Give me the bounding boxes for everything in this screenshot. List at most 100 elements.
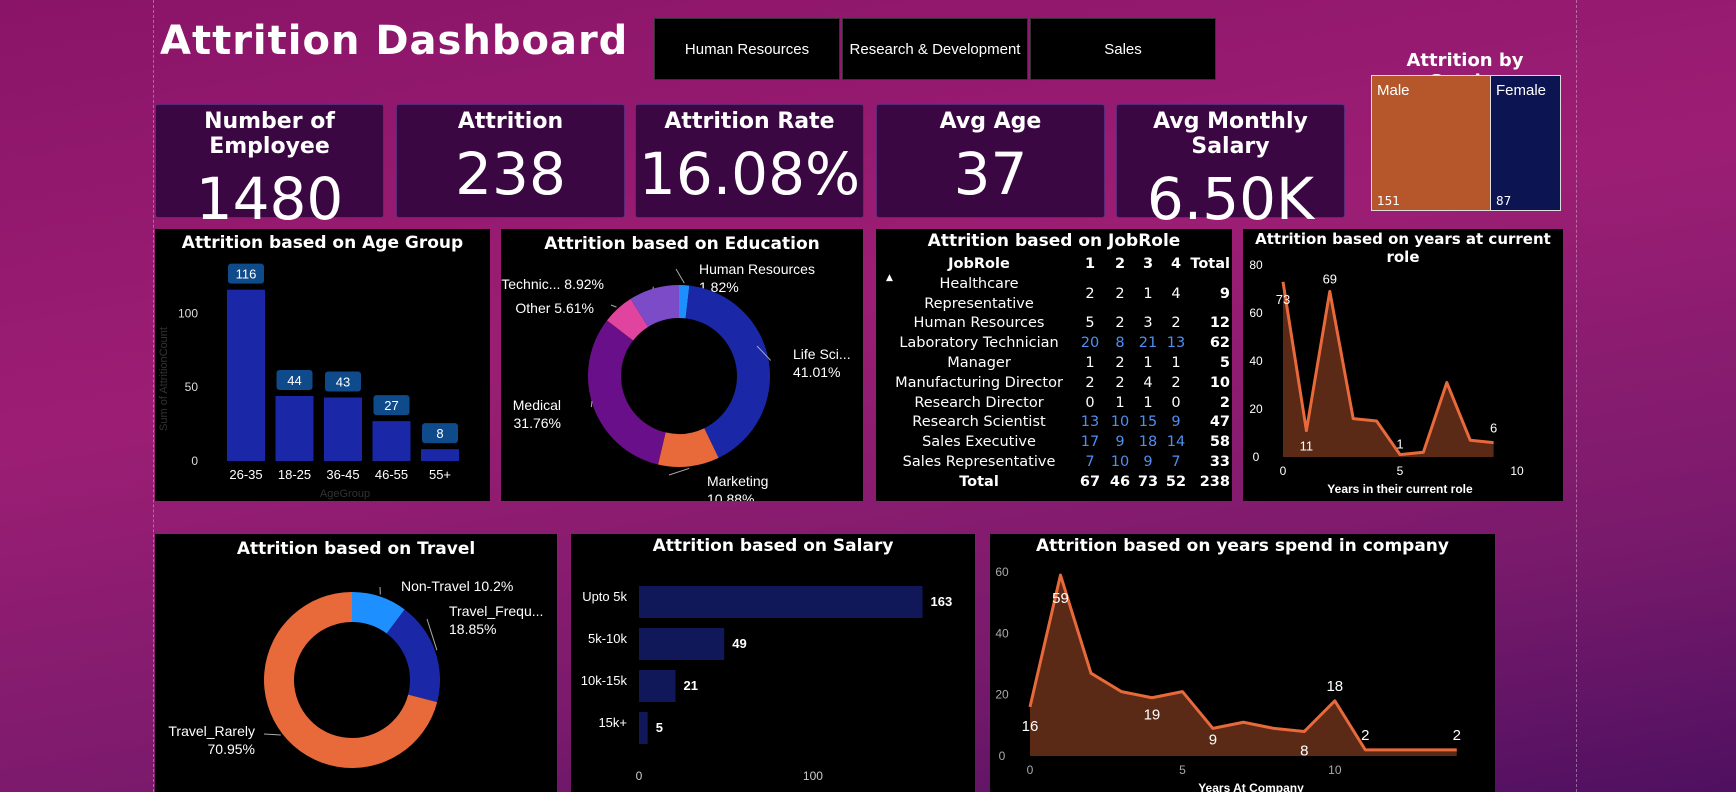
age-bar-chart: 0 50 100 Sum of AttritionCount 116 26-35 44 18-… bbox=[158, 263, 459, 500]
matrix-cell: 1 bbox=[1143, 354, 1153, 371]
data-label: 69 bbox=[1323, 271, 1337, 286]
card-education: Attrition based on Education Human Resou… bbox=[501, 229, 863, 501]
kpi-value: 16.08% bbox=[638, 140, 861, 208]
education-donut-chart: Human Resources1.82%Life Sci...41.01%Mar… bbox=[501, 261, 850, 501]
matrix-cell: 47 bbox=[1209, 414, 1230, 431]
leader-line bbox=[668, 467, 690, 476]
data-label: 6 bbox=[1490, 421, 1497, 436]
matrix-header-cell[interactable]: JobRole bbox=[884, 255, 1074, 275]
y-tick-label: 0 bbox=[1253, 450, 1260, 464]
kpi-label: Attrition bbox=[457, 109, 564, 134]
slicer-sales[interactable]: Sales bbox=[1030, 18, 1216, 80]
matrix-header-cell[interactable]: 2 bbox=[1106, 255, 1134, 275]
treemap-female[interactable]: Female 87 bbox=[1491, 76, 1560, 210]
matrix-cell: 9 bbox=[1115, 434, 1125, 451]
x-tick-label: 46-55 bbox=[375, 467, 408, 482]
leader-line bbox=[263, 733, 281, 736]
kpi-label: Avg Monthly Salary bbox=[1153, 109, 1308, 159]
matrix-header-cell[interactable]: 3 bbox=[1134, 255, 1162, 275]
female-value: 87 bbox=[1496, 194, 1512, 208]
x-tick-label: 0 bbox=[1280, 464, 1287, 478]
card-title: Attrition based on JobRole bbox=[927, 231, 1181, 251]
data-label: 5 bbox=[656, 720, 663, 735]
matrix-cell: 2 bbox=[1171, 315, 1181, 332]
current-role-area-chart: 0 20 40 60 80 0 5 10 73 11 69 1 6 Years in their curr… bbox=[1249, 258, 1524, 496]
kpi-value: 37 bbox=[953, 140, 1028, 208]
matrix-row-label: Total bbox=[959, 473, 999, 490]
bar bbox=[275, 396, 314, 461]
matrix-cell: 9 bbox=[1143, 453, 1153, 470]
card-salary: Attrition based on Salary Upto 5k 163 5k-1… bbox=[571, 534, 975, 792]
y-tick-label: 60 bbox=[1249, 306, 1263, 320]
matrix-row: Laboratory Technician 20 8 21 13 62 bbox=[884, 334, 1230, 354]
category-label: 15k+ bbox=[598, 715, 627, 730]
slicer-research-development[interactable]: Research & Development bbox=[842, 18, 1028, 80]
matrix-cell: 1 bbox=[1085, 354, 1095, 371]
card-age-group: Attrition based on Age Group 0 50 100 Sum o… bbox=[155, 229, 490, 501]
data-label: 8 bbox=[436, 426, 443, 441]
data-label: 19 bbox=[1144, 707, 1161, 724]
data-label: 16 bbox=[1022, 718, 1039, 735]
bar bbox=[639, 712, 648, 744]
y-tick-label: 40 bbox=[1249, 354, 1263, 368]
matrix-cell: 73 bbox=[1137, 473, 1159, 490]
gender-treemap: Male 151 Female 87 bbox=[1371, 75, 1561, 211]
treemap-male[interactable]: Male 151 bbox=[1372, 76, 1491, 210]
slice-percent: 41.01% bbox=[793, 364, 840, 380]
matrix-cell: 62 bbox=[1209, 335, 1230, 352]
matrix-header-cell[interactable]: Total bbox=[1190, 255, 1230, 275]
slice-label: Human Resources bbox=[699, 261, 815, 277]
data-label: 2 bbox=[1361, 727, 1369, 744]
y-tick-label: 0 bbox=[191, 454, 198, 468]
slice-label: Travel_Frequ... bbox=[449, 603, 543, 619]
matrix-cell: 52 bbox=[1165, 473, 1187, 490]
data-label: 21 bbox=[684, 678, 698, 693]
matrix-header-cell[interactable]: 1 bbox=[1074, 255, 1106, 275]
slice-label: Non-Travel 10.2% bbox=[401, 578, 513, 594]
travel-donut-chart: Non-Travel 10.2% Travel_Frequ... 18.85% Tra… bbox=[168, 578, 543, 768]
salary-bar-chart: Upto 5k 163 5k-10k 49 10k-15k 21 15k+ 5 0 100 bbox=[581, 586, 953, 783]
matrix-cell: 17 bbox=[1080, 434, 1100, 451]
matrix-cell: 20 bbox=[1080, 335, 1100, 352]
matrix-row-label: Manufacturing Director bbox=[895, 374, 1063, 391]
data-label: 163 bbox=[931, 594, 953, 609]
slice-percent: 31.76% bbox=[514, 415, 561, 431]
matrix-row-label: Sales Representative bbox=[902, 453, 1056, 470]
matrix-cell: 9 bbox=[1219, 285, 1230, 302]
slicer-human-resources[interactable]: Human Resources bbox=[654, 18, 840, 80]
matrix-cell: 2 bbox=[1115, 374, 1125, 391]
slice-label: Medical bbox=[513, 397, 561, 413]
data-label: 49 bbox=[732, 636, 746, 651]
y-tick-label: 60 bbox=[995, 565, 1009, 579]
matrix-row: Research Scientist 13 10 15 9 47 bbox=[884, 413, 1230, 433]
left-guide bbox=[153, 0, 154, 792]
male-value: 151 bbox=[1377, 194, 1400, 208]
matrix-header-cell[interactable]: 4 bbox=[1162, 255, 1190, 275]
matrix-cell: 33 bbox=[1209, 453, 1230, 470]
matrix-cell: 7 bbox=[1171, 453, 1181, 470]
matrix-cell: 238 bbox=[1199, 473, 1230, 490]
slice-label: Marketing bbox=[707, 473, 768, 489]
slice-label: Technic... 8.92% bbox=[501, 276, 604, 292]
data-label: 27 bbox=[384, 398, 398, 413]
matrix-cell: 4 bbox=[1171, 285, 1181, 302]
bar bbox=[639, 628, 725, 660]
matrix-cell: 7 bbox=[1085, 453, 1095, 470]
slice-percent: 18.85% bbox=[449, 621, 496, 637]
bar bbox=[227, 289, 265, 461]
card-current-role: Attrition based on years at current role… bbox=[1243, 229, 1563, 501]
data-label: 18 bbox=[1326, 678, 1343, 695]
matrix-row-label: Research Scientist bbox=[912, 414, 1046, 431]
x-axis-label: Years in their current role bbox=[1327, 482, 1473, 496]
kpi-avg-monthly-salary: Avg Monthly Salary 6.50K bbox=[1116, 104, 1345, 233]
data-label: 73 bbox=[1276, 292, 1290, 307]
matrix-row: Manager 1 2 1 1 5 bbox=[884, 354, 1230, 374]
matrix-cell: 9 bbox=[1171, 414, 1181, 431]
slice-label: Travel_Rarely bbox=[168, 723, 255, 739]
jobrole-matrix: JobRole 1 2 3 4 Total Healthcare Representati… bbox=[884, 255, 1230, 493]
x-tick-label: 18-25 bbox=[278, 467, 311, 482]
y-tick-label: 100 bbox=[178, 306, 198, 320]
matrix-cell: 1 bbox=[1143, 285, 1153, 302]
company-years-area-chart: 0 20 40 60 0 5 10 16 59 19 9 8 18 2 2 Years At Company bbox=[995, 565, 1461, 792]
matrix-row-label: Sales Executive bbox=[922, 434, 1036, 451]
